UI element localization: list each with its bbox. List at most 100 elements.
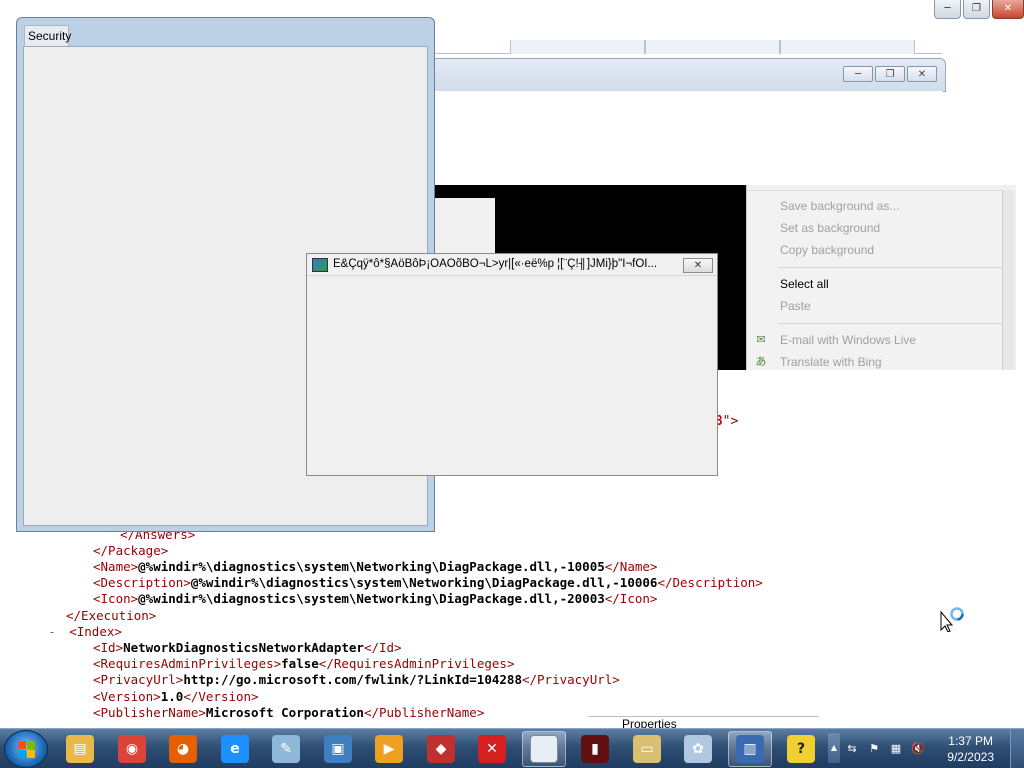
xml-value: Microsoft Corporation: [205, 705, 364, 720]
notepad-icon: ✎: [272, 735, 300, 763]
xml-value: http://go.microsoft.com/fwlink/?LinkId=1…: [183, 672, 522, 687]
xml-value: @%windir%\diagnostics\system\Networking\…: [138, 559, 605, 574]
taskbar-app-button[interactable]: ▶: [367, 731, 411, 767]
busy-cursor-icon: [940, 607, 964, 632]
xml-tag: </Version>: [183, 689, 259, 704]
menu-item-select-all[interactable]: Select all: [780, 277, 829, 291]
xml-tag: </Name>: [604, 559, 658, 574]
start-button[interactable]: [4, 730, 48, 768]
menu-item-set-background[interactable]: Set as background: [780, 221, 880, 235]
security-app-icon: ▮: [581, 735, 609, 763]
system-tray: ▲ ⇆ ⚑ ▦ 🔇 1:37 PM 9/2/2023: [824, 729, 1024, 768]
clock[interactable]: 1:37 PM 9/2/2023: [947, 733, 994, 765]
properties-label: Properties: [588, 716, 819, 731]
dialog-title: E&Çqÿ*ô*§ÄöBôÞ¡ÒAÖõBO¬L>yr|[«·eë%p ¦[¨Ç!…: [333, 258, 658, 270]
action-center-icon[interactable]: ⚑: [866, 741, 882, 757]
help-icon: ?: [787, 735, 815, 763]
clock-date: 9/2/2023: [947, 750, 994, 764]
xml-tag: <Icon>: [93, 591, 139, 606]
menu-item-copy-background[interactable]: Copy background: [780, 243, 874, 257]
browser-restore-button[interactable]: ❐: [963, 0, 990, 19]
app-icon: [312, 258, 328, 272]
xml-line: <Description>@%windir%\diagnostics\syste…: [93, 575, 763, 591]
taskbar-app-button[interactable]: ◆: [419, 731, 463, 767]
gray-panel: [430, 198, 495, 258]
firefox-icon: ◕: [169, 735, 197, 763]
browser-tab[interactable]: [510, 40, 645, 54]
xml-tag: <RequiresAdminPrivileges>: [93, 656, 282, 671]
xml-line: <PrivacyUrl>http://go.microsoft.com/fwli…: [93, 672, 620, 688]
xml-tag: <Description>: [93, 575, 191, 590]
xml-tag: </Icon>: [604, 591, 658, 606]
bg-window-content: [431, 91, 943, 93]
menu-item-email-windows-live[interactable]: E-mail with Windows Live: [780, 333, 916, 347]
dialog-titlebar[interactable]: E&Çqÿ*ô*§ÄöBôÞ¡ÒAÖõBO¬L>yr|[«·eë%p ¦[¨Ç!…: [307, 254, 717, 276]
xml-attribute-quote: ">: [722, 414, 739, 429]
xml-line: <Version>1.0</Version>: [93, 689, 259, 705]
taskbar-app-button[interactable]: ▭: [625, 731, 669, 767]
network-status-icon[interactable]: ▦: [888, 741, 904, 757]
media-player-icon: ▶: [375, 735, 403, 763]
clock-time: 1:37 PM: [948, 734, 993, 748]
minimize-icon: ─: [854, 68, 862, 80]
photo-viewer-icon: ▣: [324, 735, 352, 763]
browser-close-button[interactable]: ✕: [992, 0, 1024, 19]
bg-window-minimize-button[interactable]: ─: [843, 66, 873, 82]
email-icon: ✉: [756, 333, 766, 346]
xml-tag: <PublisherName>: [93, 705, 206, 720]
browser-tab-strip: [434, 40, 942, 54]
paint-icon: ✿: [684, 735, 712, 763]
network-icon[interactable]: ⇆: [844, 741, 860, 757]
menu-separator: [777, 323, 1005, 324]
translate-icon: あ: [755, 355, 767, 368]
windows-logo-icon: [18, 741, 36, 759]
taskbar-app-button[interactable]: ✕: [470, 731, 514, 767]
xml-value: 1.0: [160, 689, 184, 704]
xml-line: - <Index>: [50, 624, 122, 640]
xml-tag: <Index>: [69, 624, 122, 639]
restore-icon: ❐: [972, 3, 981, 14]
xml-tag: </Package>: [93, 543, 169, 558]
projector-icon: ▭: [633, 735, 661, 763]
background-window: ─ ❐ ✕: [430, 58, 946, 93]
show-hidden-icons-button[interactable]: ▲: [828, 733, 840, 763]
xml-line: <Icon>@%windir%\diagnostics\system\Netwo…: [93, 591, 657, 607]
taskbar-app-button[interactable]: [522, 731, 566, 767]
bg-window-restore-button[interactable]: ❐: [875, 66, 905, 82]
dialog-close-button[interactable]: ✕: [683, 258, 713, 273]
taskbar-app-button[interactable]: ✿: [676, 731, 720, 767]
xml-tag: </Id>: [363, 640, 402, 655]
xml-tag: </PrivacyUrl>: [521, 672, 620, 687]
xml-line: </Execution>: [66, 608, 156, 624]
taskbar-app-button[interactable]: e: [213, 731, 257, 767]
menu-item-translate-bing[interactable]: Translate with Bing: [780, 355, 882, 369]
taskbar-app-button[interactable]: ✎: [264, 731, 308, 767]
garbled-title-dialog: E&Çqÿ*ô*§ÄöBôÞ¡ÒAÖõBO¬L>yr|[«·eë%p ¦[¨Ç!…: [306, 253, 718, 476]
menu-item-save-background[interactable]: Save background as...: [780, 199, 899, 213]
taskbar-app-button[interactable]: ▤: [58, 731, 102, 767]
close-icon: ✕: [1003, 3, 1013, 14]
remote-desktop-icon: ▥: [736, 735, 764, 763]
taskbar-app-button[interactable]: ▥: [728, 731, 772, 767]
taskbar-app-button[interactable]: ◉: [110, 731, 154, 767]
browser-tab[interactable]: [780, 40, 915, 54]
volume-muted-icon[interactable]: 🔇: [910, 741, 926, 757]
browser-minimize-button[interactable]: ─: [934, 0, 961, 19]
taskbar-app-button[interactable]: ▣: [316, 731, 360, 767]
xml-tag: </RequiresAdminPrivileges>: [318, 656, 515, 671]
menu-item-paste[interactable]: Paste: [780, 299, 811, 313]
context-menu-scrollbar[interactable]: [1002, 190, 1014, 370]
show-desktop-button[interactable]: [1010, 729, 1024, 768]
xml-tag: <Id>: [93, 640, 124, 655]
minimize-icon: ─: [944, 3, 951, 14]
taskbar-app-button[interactable]: ◕: [161, 731, 205, 767]
xml-tag: </Execution>: [66, 608, 157, 623]
taskbar-app-button[interactable]: ▮: [573, 731, 617, 767]
browser-tab[interactable]: [645, 40, 780, 54]
security-window-title: Security: [28, 29, 72, 43]
taskbar-app-button[interactable]: ?: [779, 731, 823, 767]
bg-window-close-button[interactable]: ✕: [907, 66, 937, 82]
close-icon: ✕: [917, 68, 927, 80]
menu-separator: [777, 267, 1005, 268]
xml-line: <Name>@%windir%\diagnostics\system\Netwo…: [93, 559, 657, 575]
